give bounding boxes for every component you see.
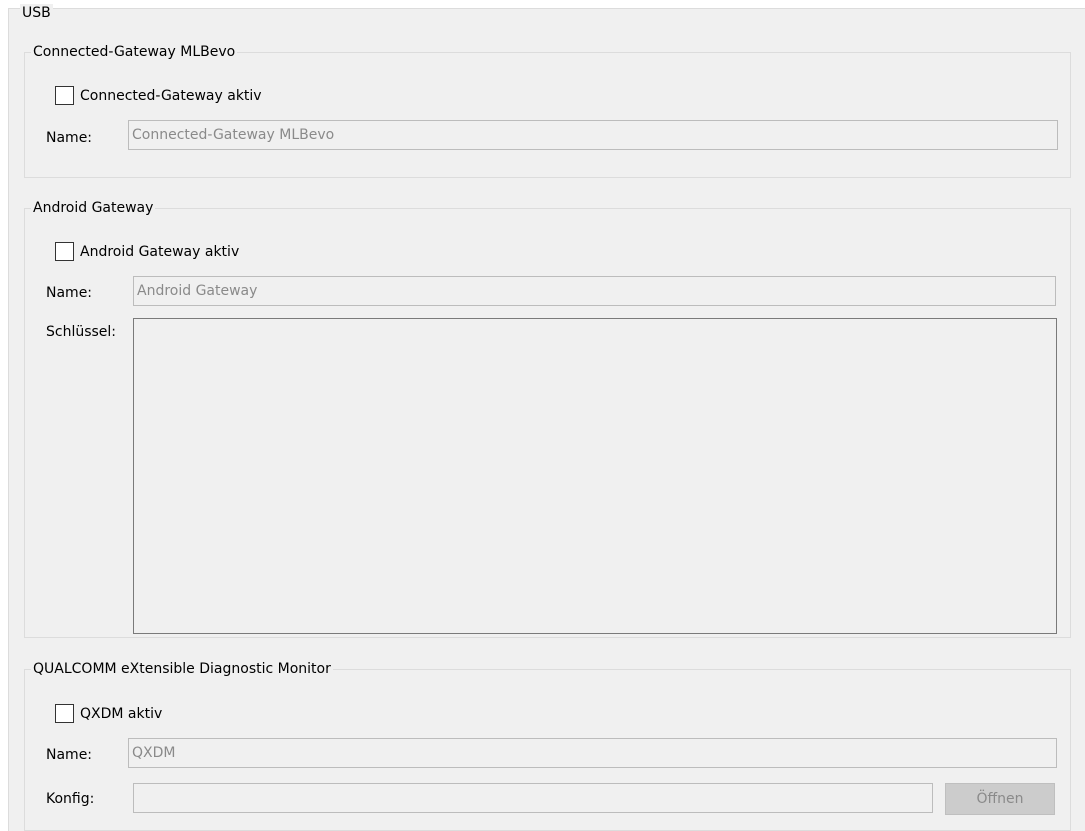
android-gateway-active-label: Android Gateway aktiv	[80, 243, 240, 260]
connected-gateway-active-checkbox[interactable]	[55, 86, 74, 105]
usb-group-title: USB	[20, 4, 53, 22]
connected-gateway-active-checkbox-row[interactable]: Connected-Gateway aktiv	[55, 86, 262, 105]
android-gateway-name-field[interactable]: Android Gateway	[133, 276, 1056, 306]
qxdm-active-checkbox-row[interactable]: QXDM aktiv	[55, 704, 162, 723]
android-gateway-active-checkbox[interactable]	[55, 242, 74, 261]
android-gateway-active-checkbox-row[interactable]: Android Gateway aktiv	[55, 242, 239, 261]
android-gateway-key-label: Schlüssel:	[46, 324, 117, 340]
qxdm-name-field[interactable]: QXDM	[128, 738, 1057, 768]
qxdm-name-label: Name:	[46, 747, 93, 763]
connected-gateway-group-title: Connected-Gateway MLBevo	[31, 43, 238, 61]
connected-gateway-name-label: Name:	[46, 130, 93, 146]
android-gateway-key-textarea[interactable]	[133, 318, 1057, 634]
qxdm-active-label: QXDM aktiv	[80, 705, 163, 722]
qxdm-config-label: Konfig:	[46, 791, 95, 807]
connected-gateway-group	[24, 52, 1071, 178]
qxdm-group-title: QUALCOMM eXtensible Diagnostic Monitor	[31, 660, 333, 678]
qxdm-open-button[interactable]: Öffnen	[945, 783, 1055, 815]
android-gateway-name-label: Name:	[46, 285, 93, 301]
qxdm-config-field[interactable]	[133, 783, 933, 813]
usb-settings-panel: USB Connected-Gateway MLBevo Connected-G…	[0, 0, 1085, 831]
qxdm-active-checkbox[interactable]	[55, 704, 74, 723]
connected-gateway-active-label: Connected-Gateway aktiv	[80, 87, 262, 104]
connected-gateway-name-field[interactable]: Connected-Gateway MLBevo	[128, 120, 1058, 150]
android-gateway-group-title: Android Gateway	[31, 199, 156, 217]
